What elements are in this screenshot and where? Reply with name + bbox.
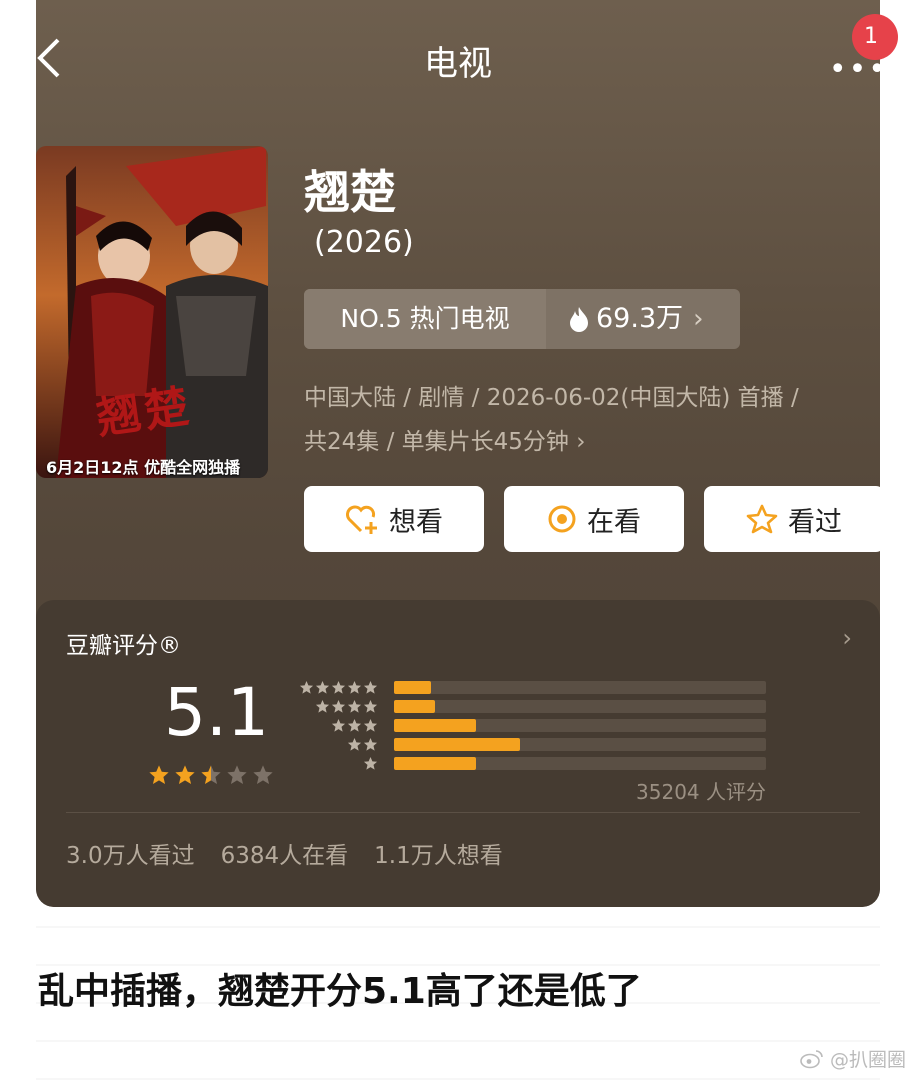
rating-bar-fill bbox=[394, 757, 476, 770]
rating-bar-fill bbox=[394, 681, 432, 694]
rating-bar-fill bbox=[394, 719, 476, 732]
star-icon bbox=[253, 765, 273, 784]
star-icon bbox=[201, 765, 221, 784]
rating-row-2-star bbox=[298, 737, 768, 751]
audience-stats: 3.0万人看过 6384人在看 1.1万人想看 bbox=[66, 836, 503, 870]
flame-icon bbox=[570, 307, 588, 332]
star-icon bbox=[227, 765, 247, 784]
show-poster[interactable]: 翘楚 6月2日12点 优酷全网独播 bbox=[36, 146, 268, 478]
rating-stars bbox=[148, 764, 274, 786]
star-icon bbox=[347, 680, 362, 694]
weibo-icon bbox=[800, 1049, 823, 1068]
row-stars bbox=[347, 737, 378, 752]
notification-badge: 1 bbox=[852, 14, 898, 60]
star-icon bbox=[363, 699, 378, 713]
rank-label: NO.5 热门电视 bbox=[304, 289, 546, 349]
row-stars bbox=[315, 699, 378, 714]
show-year: (2026) bbox=[314, 225, 414, 260]
chevron-right-icon: › bbox=[693, 304, 704, 334]
watermark: @扒圈圈 bbox=[800, 1045, 906, 1072]
meta-line-2: 共24集 / 单集片长45分钟 › bbox=[304, 429, 586, 455]
rating-score: 5.1 bbox=[164, 674, 269, 751]
rating-row-4-star bbox=[298, 699, 768, 713]
rating-title: 豆瓣评分® bbox=[66, 633, 181, 659]
row-stars bbox=[299, 680, 378, 695]
chevron-right-icon[interactable]: › bbox=[842, 624, 852, 652]
meta-line-1: 中国大陆 / 剧情 / 2026-06-02(中国大陆) 首播 / bbox=[304, 385, 799, 411]
poster-caption: 6月2日12点 优酷全网独播 bbox=[46, 458, 241, 477]
star-icon bbox=[347, 699, 362, 713]
star-icon bbox=[347, 718, 362, 732]
page-title: 电视 bbox=[424, 44, 492, 84]
rating-bar-fill bbox=[394, 700, 435, 713]
watching-button[interactable]: 在看 bbox=[504, 486, 684, 552]
post-caption: 乱中插播，翘楚开分5.1高了还是低了 bbox=[38, 971, 642, 1012]
rating-bar-track bbox=[394, 757, 766, 770]
want-to-watch-button[interactable]: 想看 bbox=[304, 486, 484, 552]
heat-indicator[interactable]: 69.3万 › bbox=[546, 289, 740, 349]
rating-bar-track bbox=[394, 738, 766, 751]
watching-icon bbox=[548, 505, 576, 533]
douban-rating-panel[interactable]: 豆瓣评分® › 5.1 35204 人评分 3.0万人看过 6384人在看 1.… bbox=[36, 600, 880, 907]
star-icon bbox=[315, 699, 330, 713]
star-icon bbox=[331, 718, 346, 732]
action-buttons: 想看 在看 看过 bbox=[304, 486, 880, 552]
want-count: 1.1万人想看 bbox=[374, 843, 503, 869]
row-stars bbox=[363, 756, 378, 771]
star-icon bbox=[363, 680, 378, 694]
rank-badge[interactable]: NO.5 热门电视 69.3万 › bbox=[304, 289, 740, 349]
rating-bar-track bbox=[394, 681, 766, 694]
rating-bar-track bbox=[394, 700, 766, 713]
star-icon bbox=[315, 680, 330, 694]
watched-button[interactable]: 看过 bbox=[704, 486, 880, 552]
show-detail-card: 电视 ••• 翘楚 6月2日12点 优酷全网独播 bbox=[36, 0, 880, 907]
show-title: 翘楚 bbox=[304, 165, 396, 219]
heat-value: 69.3万 bbox=[596, 303, 684, 334]
rating-row-3-star bbox=[298, 718, 768, 732]
star-icon bbox=[746, 504, 778, 534]
star-icon bbox=[149, 765, 169, 784]
star-icon bbox=[331, 680, 346, 694]
rating-bar-track bbox=[394, 719, 766, 732]
chevron-right-icon: › bbox=[576, 429, 586, 455]
rating-row-1-star bbox=[298, 756, 768, 770]
divider bbox=[66, 812, 860, 813]
star-icon bbox=[175, 765, 195, 784]
watched-count: 3.0万人看过 bbox=[66, 843, 195, 869]
row-stars bbox=[331, 718, 378, 733]
rating-row-5-star bbox=[298, 680, 768, 694]
rating-count: 35204 人评分 bbox=[636, 780, 766, 804]
star-icon bbox=[363, 756, 378, 770]
star-icon bbox=[347, 737, 362, 751]
star-icon bbox=[331, 699, 346, 713]
watching-count: 6384人在看 bbox=[220, 843, 349, 869]
show-metadata[interactable]: 中国大陆 / 剧情 / 2026-06-02(中国大陆) 首播 / 共24集 /… bbox=[304, 376, 880, 464]
heart-plus-icon bbox=[346, 505, 377, 534]
rating-bar-fill bbox=[394, 738, 521, 751]
star-icon bbox=[363, 718, 378, 732]
star-icon bbox=[299, 680, 314, 694]
star-icon bbox=[363, 737, 378, 751]
poster-logo: 翘楚 bbox=[93, 380, 196, 445]
